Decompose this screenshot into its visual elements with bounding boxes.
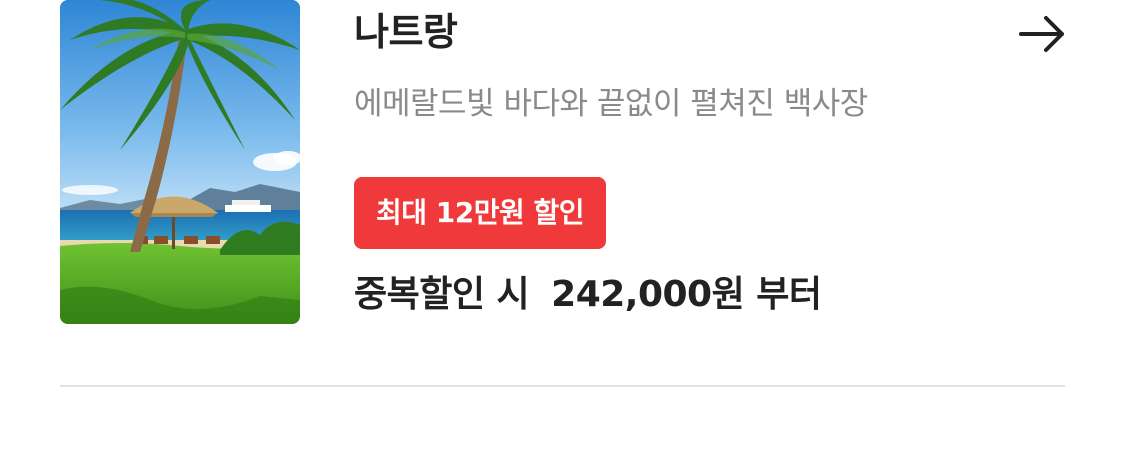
- price-prefix: 중복할인 시: [354, 274, 530, 315]
- price-amount: 242,000원: [551, 274, 745, 315]
- arrow-right-icon[interactable]: [1018, 12, 1066, 56]
- price-info: 중복할인 시 242,000원 부터: [354, 268, 822, 322]
- discount-badge: 최대 12만원 할인: [354, 177, 607, 249]
- destination-photo[interactable]: [60, 0, 300, 324]
- beach-palm-photo: [60, 0, 300, 324]
- destination-subtitle: 에메랄드빛 바다와 끝없이 펼쳐진 백사장: [354, 86, 868, 122]
- divider: [60, 385, 1065, 387]
- price-suffix: 부터: [756, 274, 822, 315]
- destination-title: 나트랑: [354, 10, 458, 54]
- destination-card[interactable]: 나트랑 에메랄드빛 바다와 끝없이 펼쳐진 백사장 최대 12만원 할인 중복할…: [0, 0, 1125, 450]
